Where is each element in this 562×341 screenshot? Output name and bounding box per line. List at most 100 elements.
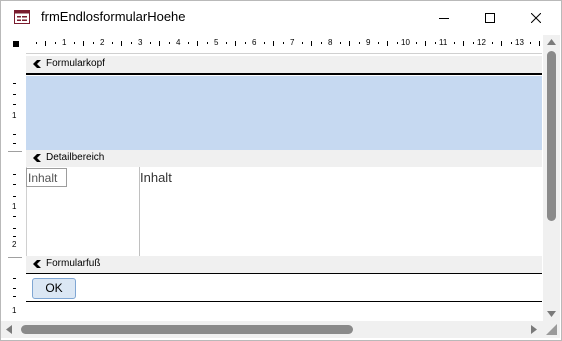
horizontal-scroll-thumb[interactable] bbox=[21, 325, 353, 334]
close-icon bbox=[531, 12, 541, 23]
ruler-separator bbox=[8, 257, 22, 258]
ruler-tick bbox=[225, 42, 227, 44]
ruler-number: 1 bbox=[62, 38, 67, 47]
ruler-tick bbox=[472, 42, 474, 44]
ruler-tick bbox=[358, 42, 360, 44]
ruler-tick bbox=[206, 42, 208, 44]
ruler-tick bbox=[111, 42, 113, 44]
ruler-tick bbox=[73, 42, 75, 44]
section-label-header: Formularkopf bbox=[46, 58, 105, 69]
detail-area[interactable]: Inhalt Inhalt bbox=[26, 167, 542, 256]
ruler-separator bbox=[8, 151, 22, 152]
ruler-tick bbox=[339, 42, 341, 44]
ruler-number: 5 bbox=[214, 38, 219, 47]
vertical-scroll-thumb[interactable] bbox=[547, 51, 556, 221]
ruler-tick bbox=[168, 42, 170, 44]
window-title: frmEndlosformularHoehe bbox=[41, 9, 186, 24]
ruler-tick bbox=[45, 41, 46, 46]
ruler-tick bbox=[301, 42, 303, 44]
minimize-icon bbox=[439, 17, 449, 19]
close-button[interactable] bbox=[513, 1, 559, 34]
ruler-tick bbox=[13, 196, 16, 197]
ruler-tick bbox=[13, 104, 16, 105]
title-bar: frmEndlosformularHoehe bbox=[1, 1, 561, 34]
ruler-tick bbox=[235, 41, 236, 46]
ruler-number: 1 bbox=[12, 111, 17, 120]
ruler-tick bbox=[197, 41, 198, 46]
resize-grip-icon bbox=[546, 324, 557, 335]
ruler-tick bbox=[187, 42, 189, 44]
form-selector-square bbox=[13, 41, 19, 47]
ruler-number: 9 bbox=[366, 38, 371, 47]
horizontal-scrollbar[interactable] bbox=[1, 321, 543, 338]
ruler-tick bbox=[13, 184, 16, 185]
section-label-detail: Detailbereich bbox=[46, 152, 105, 163]
ruler-tick bbox=[13, 143, 16, 144]
ruler-number: 10 bbox=[401, 38, 410, 47]
horizontal-ruler[interactable]: 1 2 3 4 5 6 7 8 9 10 11 12 13 bbox=[26, 35, 542, 54]
inhalt-textbox[interactable]: Inhalt bbox=[140, 170, 172, 185]
section-arrow-icon bbox=[33, 60, 41, 68]
ruler-tick bbox=[349, 41, 350, 46]
ruler-tick bbox=[244, 42, 246, 44]
ruler-tick bbox=[263, 42, 265, 44]
scroll-right-icon[interactable] bbox=[531, 325, 537, 334]
header-area[interactable] bbox=[26, 76, 542, 151]
maximize-icon bbox=[485, 12, 495, 23]
ruler-tick bbox=[453, 42, 455, 44]
ruler-tick bbox=[13, 236, 16, 237]
form-icon bbox=[14, 10, 30, 24]
ok-button[interactable]: OK bbox=[32, 278, 76, 299]
scroll-left-icon[interactable] bbox=[6, 325, 12, 334]
ruler-number: 8 bbox=[328, 38, 333, 47]
ruler-number: 11 bbox=[439, 38, 448, 47]
vertical-scrollbar[interactable] bbox=[543, 35, 560, 321]
ruler-tick bbox=[463, 41, 464, 46]
ruler-tick bbox=[35, 42, 37, 44]
ruler-number: 7 bbox=[290, 38, 295, 47]
scroll-up-icon[interactable] bbox=[547, 39, 556, 45]
ruler-tick bbox=[434, 42, 436, 44]
section-bar-footer[interactable]: Formularfuß bbox=[26, 256, 542, 275]
ruler-tick bbox=[159, 41, 160, 46]
ruler-tick bbox=[13, 278, 16, 279]
ruler-number: 2 bbox=[12, 240, 17, 249]
ruler-tick bbox=[130, 42, 132, 44]
section-label-footer: Formularfuß bbox=[46, 258, 101, 269]
inhalt-label[interactable]: Inhalt bbox=[26, 168, 67, 187]
ruler-number: 12 bbox=[477, 38, 486, 47]
ruler-tick bbox=[13, 134, 16, 135]
size-grip[interactable] bbox=[543, 321, 560, 338]
ruler-number: 13 bbox=[515, 38, 524, 47]
ruler-tick bbox=[13, 296, 16, 297]
ruler-tick bbox=[425, 41, 426, 46]
minimize-button[interactable] bbox=[421, 1, 467, 34]
ruler-tick bbox=[13, 228, 16, 229]
section-bar-header[interactable]: Formularkopf bbox=[26, 56, 542, 75]
ruler-tick bbox=[396, 42, 398, 44]
footer-area[interactable]: OK bbox=[26, 274, 542, 301]
ruler-tick bbox=[539, 41, 540, 46]
ruler-number: 3 bbox=[138, 38, 143, 47]
ruler-number: 1 bbox=[12, 306, 17, 315]
ruler-tick bbox=[13, 94, 16, 95]
ruler-tick bbox=[415, 42, 417, 44]
scroll-down-icon[interactable] bbox=[547, 311, 556, 317]
below-form-area bbox=[26, 301, 542, 321]
ruler-number: 6 bbox=[252, 38, 257, 47]
ruler-tick bbox=[92, 42, 94, 44]
ruler-tick bbox=[282, 42, 284, 44]
ruler-tick bbox=[13, 216, 16, 217]
vertical-ruler[interactable]: 1 1 2 1 bbox=[8, 56, 22, 320]
ruler-tick bbox=[501, 41, 502, 46]
maximize-button[interactable] bbox=[467, 1, 513, 34]
ruler-tick bbox=[377, 42, 379, 44]
ruler-tick bbox=[510, 42, 512, 44]
ruler-tick bbox=[83, 41, 84, 46]
ruler-tick bbox=[13, 83, 16, 84]
ruler-tick bbox=[121, 41, 122, 46]
ruler-tick bbox=[529, 42, 531, 44]
ruler-number: 1 bbox=[12, 202, 17, 211]
ruler-tick bbox=[320, 42, 322, 44]
design-surface: Formularkopf Detailbereich Inhalt Inhalt… bbox=[26, 56, 542, 321]
